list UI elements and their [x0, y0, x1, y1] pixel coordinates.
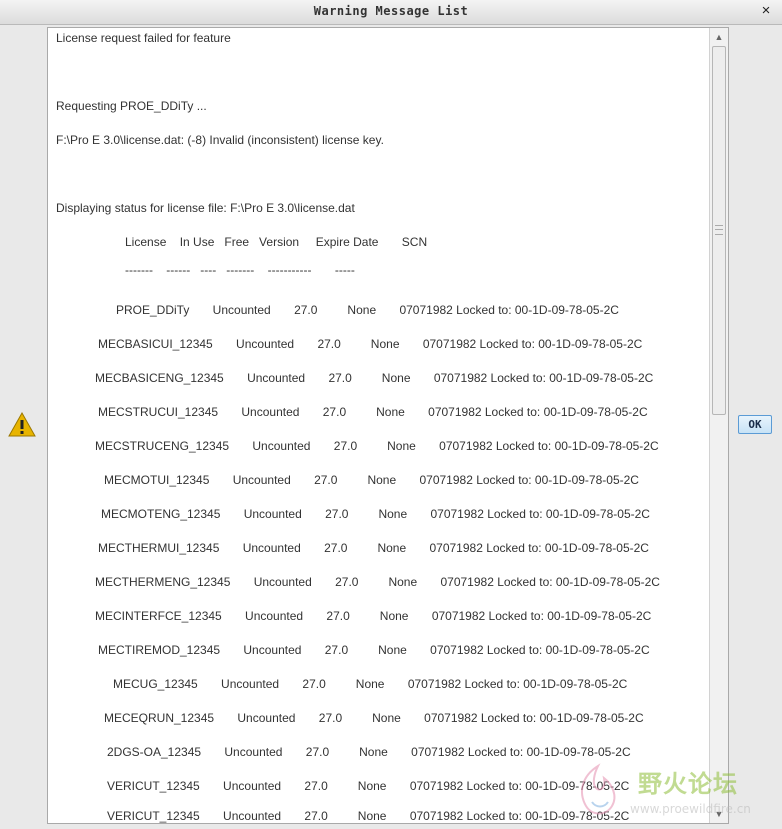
message-line: License request failed for feature	[56, 31, 231, 45]
message-line: Displaying status for license file: F:\P…	[56, 201, 355, 215]
vertical-scrollbar[interactable]: ▲ ▼	[709, 28, 728, 823]
message-line: 2DGS-OA_12345 Uncounted 27.0 None 070719…	[107, 745, 631, 759]
message-line: MECTIREMOD_12345 Uncounted 27.0 None 070…	[98, 643, 650, 657]
grip-icon	[715, 225, 723, 235]
window-title: Warning Message List	[313, 4, 469, 18]
title-bar: Warning Message List ×	[0, 0, 782, 25]
message-line: F:\Pro E 3.0\license.dat: (-8) Invalid (…	[56, 133, 384, 147]
watermark: 野火论坛 www.proewildfire.cn	[572, 762, 772, 822]
message-line: License In Use Free Version Expire Date …	[125, 235, 428, 249]
message-line: ------- ------ ---- ------- ----------- …	[125, 263, 355, 277]
message-line: MECTHERMUI_12345 Uncounted 27.0 None 070…	[98, 541, 649, 555]
message-line: MECINTERFCE_12345 Uncounted 27.0 None 07…	[95, 609, 652, 623]
message-panel: License request failed for feature Reques…	[47, 27, 729, 824]
close-icon[interactable]: ×	[758, 3, 774, 19]
message-line: MECMOTENG_12345 Uncounted 27.0 None 0707…	[101, 507, 650, 521]
message-line: MECBASICENG_12345 Uncounted 27.0 None 07…	[95, 371, 654, 385]
scroll-up-icon[interactable]: ▲	[711, 29, 727, 45]
watermark-url: www.proewildfire.cn	[630, 802, 751, 816]
message-line: MECBASICUI_12345 Uncounted 27.0 None 070…	[98, 337, 643, 351]
message-line: MECUG_12345 Uncounted 27.0 None 07071982…	[113, 677, 628, 691]
message-line: MECSTRUCUI_12345 Uncounted 27.0 None 070…	[98, 405, 648, 419]
message-line: MECEQRUN_12345 Uncounted 27.0 None 07071…	[104, 711, 644, 725]
warning-triangle-icon	[8, 412, 36, 437]
message-line: Requesting PROE_DDiTy ...	[56, 99, 207, 113]
message-line: MECTHERMENG_12345 Uncounted 27.0 None 07…	[95, 575, 660, 589]
flame-logo-icon	[581, 763, 616, 815]
message-line: MECMOTUI_12345 Uncounted 27.0 None 07071…	[104, 473, 639, 487]
message-text-area[interactable]: License request failed for feature Reques…	[48, 28, 708, 823]
ok-button[interactable]: OK	[738, 415, 772, 434]
message-line: PROE_DDiTy Uncounted 27.0 None 07071982 …	[116, 303, 619, 317]
watermark-text: 野火论坛	[638, 770, 738, 798]
scrollbar-thumb[interactable]	[712, 46, 726, 415]
message-line: MECSTRUCENG_12345 Uncounted 27.0 None 07…	[95, 439, 659, 453]
